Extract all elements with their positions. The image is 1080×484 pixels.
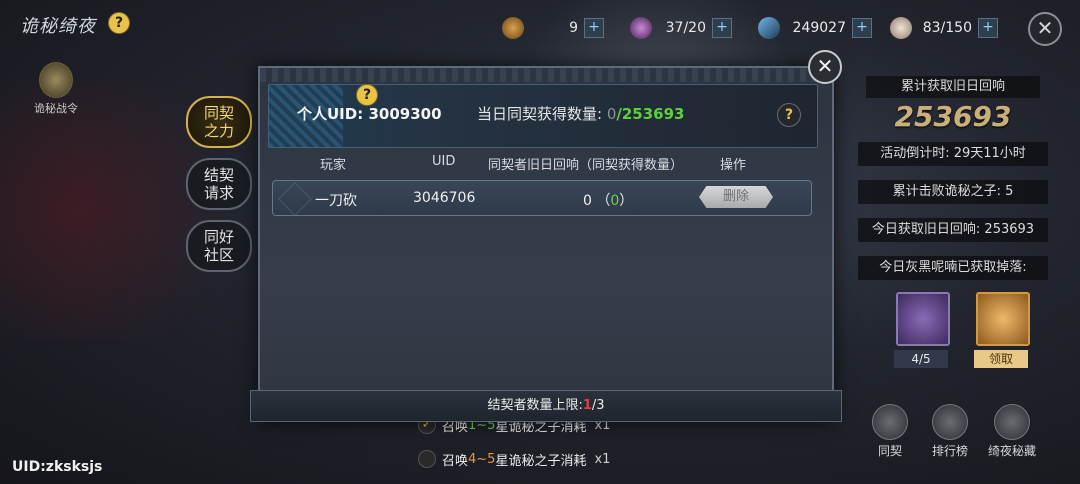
personal-uid-value: 3009300: [368, 105, 442, 123]
title-help-icon[interactable]: ?: [108, 12, 130, 34]
add-purple-potion-button[interactable]: +: [712, 18, 732, 38]
contract-modal: 个人UID: 3009300 当日同契获得数量: 0/253693 ? 玩家 U…: [250, 66, 842, 422]
echo-total-title: 累计获取旧日回响: [866, 76, 1040, 98]
tab-label-line: 同契: [203, 104, 234, 122]
task-prefix: 召唤: [442, 453, 469, 469]
empty-check-icon: [418, 450, 436, 468]
daily-count: 当日同契获得数量: 0/253693: [477, 103, 685, 124]
ranking-icon: [932, 404, 968, 440]
personal-uid: 个人UID: 3009300: [297, 103, 442, 124]
help-icon[interactable]: ?: [777, 103, 801, 127]
treasure-icon: [994, 404, 1030, 440]
column-player: 玩家: [320, 158, 347, 173]
feather-icon: [890, 17, 912, 39]
countdown-text: 活动倒计时: 29天11小时: [858, 142, 1048, 166]
close-modal-button[interactable]: ✕: [808, 50, 842, 84]
resource-potion-bag: 9 +: [502, 15, 604, 41]
ranking-label: 排行榜: [931, 444, 968, 458]
close-page-button[interactable]: ✕: [1028, 12, 1062, 46]
personal-uid-label: 个人UID:: [297, 105, 364, 123]
gained-value: 0: [610, 193, 620, 209]
daily-count-label: 当日同契获得数量:: [477, 105, 603, 123]
tab-community[interactable]: 同好 社区: [186, 220, 252, 272]
tab-label-line: 同好: [203, 228, 234, 246]
player-echo: 0 （0）: [583, 193, 634, 209]
resource-value: 37/20: [665, 20, 706, 36]
player-uid: 3046706: [413, 190, 476, 206]
task-multiplier: x1: [594, 451, 611, 467]
daily-count-current: 0: [606, 105, 617, 123]
resource-value: 83/150: [922, 20, 972, 36]
resource-sword: 249027 +: [758, 15, 872, 41]
battle-pass-shortcut[interactable]: 诡秘战令: [26, 62, 86, 116]
tab-label-line: 结契: [203, 166, 234, 184]
add-feather-button[interactable]: +: [978, 18, 998, 38]
defeated-text: 累计击败诡秘之子: 5: [858, 180, 1048, 204]
modal-help-icon[interactable]: ?: [356, 84, 378, 106]
echo-value: 0: [583, 193, 592, 209]
treasure-shortcut[interactable]: 绮夜秘藏: [986, 404, 1038, 459]
resource-purple-potion: 37/20 +: [630, 15, 732, 41]
resource-value: 249027: [792, 20, 846, 36]
resource-value: 9: [569, 20, 578, 36]
tab-contract-request[interactable]: 结契 请求: [186, 158, 252, 210]
reward-gold-potion[interactable]: [976, 292, 1030, 346]
drops-title: 今日灰黑呢喃已获取掉落:: [858, 256, 1048, 280]
tab-label-line: 社区: [203, 246, 234, 264]
modal-footer: 结契者数量上限:1/3: [250, 390, 842, 422]
limit-label: 结契者数量上限:: [487, 398, 583, 413]
column-action: 操作: [720, 158, 747, 173]
contract-shortcut[interactable]: 同契: [864, 404, 916, 459]
tab-label-line: 之力: [203, 122, 234, 140]
purple-potion-icon: [630, 17, 652, 39]
reward-purple-potion[interactable]: [896, 292, 950, 346]
limit-current: 1: [582, 398, 592, 413]
table-row: 一刀砍 3046706 0 （0） 删除: [272, 180, 812, 216]
task-row: 召唤 4~5 星诡秘之子消耗 x1: [418, 448, 610, 470]
row-decoration: [278, 182, 312, 216]
echo-total-value: 253693: [894, 100, 1012, 133]
add-potion-bag-button[interactable]: +: [584, 18, 604, 38]
today-echo-text: 今日获取旧日回响: 253693: [858, 218, 1048, 242]
claim-button[interactable]: 领取: [974, 350, 1028, 368]
resource-feather: 83/150 +: [890, 15, 998, 41]
contract-label: 同契: [877, 444, 902, 458]
footer-uid: UID:zksksjs: [12, 459, 103, 475]
add-sword-button[interactable]: +: [852, 18, 872, 38]
column-uid: UID: [432, 154, 456, 169]
tab-contract-power[interactable]: 同契 之力: [186, 96, 252, 148]
game-title: 诡秘绮夜: [20, 16, 96, 37]
ranking-shortcut[interactable]: 排行榜: [924, 404, 976, 459]
modal-header: 个人UID: 3009300 当日同契获得数量: 0/253693 ?: [268, 84, 818, 148]
contract-icon: [872, 404, 908, 440]
limit-max: /3: [591, 398, 605, 413]
daily-count-total: /253693: [616, 105, 685, 123]
task-range: 4~5: [468, 451, 496, 467]
sword-icon: [758, 17, 780, 39]
modal-border-decoration: [260, 68, 832, 82]
battle-pass-icon: [39, 62, 73, 98]
battle-pass-label: 诡秘战令: [34, 102, 78, 115]
task-suffix: 星诡秘之子消耗: [495, 453, 587, 469]
column-echo: 同契者旧日回响（同契获得数量）: [488, 158, 684, 173]
tab-label-line: 请求: [203, 184, 234, 202]
potion-bag-icon: [502, 17, 524, 39]
treasure-label: 绮夜秘藏: [987, 444, 1036, 458]
delete-button[interactable]: 删除: [699, 186, 773, 208]
reward-progress: 4/5: [894, 350, 948, 368]
player-name: 一刀砍: [315, 193, 357, 209]
